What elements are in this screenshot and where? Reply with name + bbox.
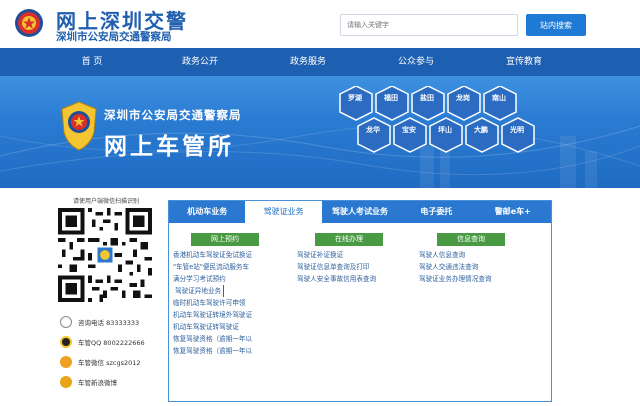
district-label: 坪山 bbox=[438, 125, 452, 134]
nav-government-services[interactable]: 政务服务 bbox=[254, 48, 362, 76]
service-link[interactable]: 机动车驾驶证转境外驾驶证 bbox=[173, 309, 283, 321]
district-label: 龙华 bbox=[365, 125, 380, 134]
district-label: 大鹏 bbox=[474, 125, 488, 134]
column-online-booking: 网上预约 香港机动车驾驶证免试换证 "车管e站"便民流动服务车 满分学习考试预约… bbox=[173, 233, 283, 357]
tab-license-business[interactable]: 驾驶证业务 bbox=[245, 201, 322, 223]
service-link[interactable]: 驾驶人交通违法查询 bbox=[419, 261, 539, 273]
contact-label: 车管微信 szcgs2012 bbox=[78, 359, 141, 367]
nav-government-affairs[interactable]: 政务公开 bbox=[146, 48, 254, 76]
service-link[interactable]: "车管e站"便民流动服务车 bbox=[173, 261, 283, 273]
nav-public-participation[interactable]: 公众参与 bbox=[362, 48, 470, 76]
tab-vehicle-business[interactable]: 机动车业务 bbox=[169, 201, 245, 223]
district-label: 盐田 bbox=[420, 93, 434, 102]
hero-banner: 深圳市公安局交通警察局 网上车管所 罗湖 福田 盐田 龙岗 南山 龙华 宝安 坪… bbox=[0, 76, 640, 188]
service-link[interactable]: 驾驶证信息单查询及打印 bbox=[297, 261, 415, 273]
column-header: 信息查询 bbox=[437, 233, 505, 246]
highlight-box: 驾驶证异地业务 bbox=[173, 285, 225, 297]
qq-icon bbox=[60, 336, 72, 348]
contact-label: 咨询电话 83333333 bbox=[78, 319, 140, 327]
column-info-query: 信息查询 驾驶人信息查询 驾驶人交通违法查询 驾驶证业务办理情况查询 bbox=[419, 233, 539, 285]
weibo-icon bbox=[60, 376, 72, 388]
search-button[interactable]: 站内搜索 bbox=[526, 14, 586, 36]
service-link[interactable]: 恢复驾驶资格（逾期一年以 bbox=[173, 345, 283, 357]
tab-driver-exam-business[interactable]: 驾驶人考试业务 bbox=[322, 201, 398, 223]
contact-label: 车管QQ 8002222666 bbox=[78, 339, 145, 347]
qr-code-icon bbox=[58, 208, 152, 302]
nav-home[interactable]: 首 页 bbox=[38, 48, 146, 76]
search-input[interactable] bbox=[340, 14, 518, 36]
district-label: 罗湖 bbox=[348, 93, 362, 102]
service-link-highlighted[interactable]: 驾驶证异地业务 bbox=[173, 285, 283, 297]
service-link[interactable]: 驾驶人信息查询 bbox=[419, 249, 539, 261]
service-link[interactable]: 临时机动车驾驶许可申领 bbox=[173, 297, 283, 309]
banner-org: 深圳市公安局交通警察局 bbox=[104, 108, 242, 122]
district-label: 南山 bbox=[492, 93, 506, 102]
contact-wechat[interactable]: 车管微信 szcgs2012 bbox=[54, 354, 158, 370]
phone-icon bbox=[60, 316, 72, 328]
column-header: 在线办理 bbox=[315, 233, 383, 246]
contact-qq[interactable]: 车管QQ 8002222666 bbox=[54, 334, 158, 350]
main-nav: 首 页 政务公开 政务服务 公众参与 宣传教育 bbox=[0, 48, 640, 76]
column-online-processing: 在线办理 驾驶证补证换证 驾驶证信息单查询及打印 驾驶人安全事故信用表查询 bbox=[297, 233, 415, 285]
district-label: 宝安 bbox=[402, 125, 416, 134]
district-label: 龙岗 bbox=[455, 93, 470, 102]
column-header: 网上预约 bbox=[191, 233, 259, 246]
service-link[interactable]: 驾驶证补证换证 bbox=[297, 249, 415, 261]
tab-e-commission[interactable]: 电子委托 bbox=[398, 201, 474, 223]
qr-caption: 请使用户端微信扫描识别 bbox=[72, 198, 139, 205]
contact-weibo[interactable]: 车管新浪微博 bbox=[54, 374, 158, 390]
police-badge-icon bbox=[61, 101, 97, 151]
site-subtitle: 深圳市公安局交通警察局 bbox=[56, 31, 172, 43]
service-link[interactable]: 驾驶证业务办理情况查询 bbox=[419, 273, 539, 285]
contact-phone[interactable]: 咨询电话 83333333 bbox=[54, 314, 158, 330]
service-link[interactable]: 满分学习考试预约 bbox=[173, 273, 283, 285]
tab-post-e-car[interactable]: 警邮e车+ bbox=[475, 201, 551, 223]
district-label: 福田 bbox=[383, 93, 398, 102]
service-link[interactable]: 恢复驾驶资格（逾期一年以 bbox=[173, 333, 283, 345]
banner-title: 网上车管所 bbox=[104, 134, 234, 160]
contact-label: 车管新浪微博 bbox=[78, 379, 117, 387]
contact-panel: 请使用户端微信扫描识别 咨询电话 83333333 车管QQ 800222266… bbox=[54, 194, 158, 402]
service-link[interactable]: 机动车驾驶证转驾驶证 bbox=[173, 321, 283, 333]
tab-bar: 机动车业务 驾驶证业务 驾驶人考试业务 电子委托 警邮e车+ bbox=[169, 201, 551, 223]
wechat-icon bbox=[60, 356, 72, 368]
police-emblem-icon[interactable] bbox=[14, 8, 44, 38]
service-link[interactable]: 驾驶人安全事故信用表查询 bbox=[297, 273, 415, 285]
service-link[interactable]: 香港机动车驾驶证免试换证 bbox=[173, 249, 283, 261]
district-label: 光明 bbox=[509, 125, 524, 134]
district-hexagons: 罗湖 福田 盐田 龙岗 南山 龙华 宝安 坪山 大鹏 光明 bbox=[339, 86, 535, 153]
site-header: 网上深圳交警 深圳市公安局交通警察局 站内搜索 bbox=[0, 0, 640, 48]
nav-publicity-education[interactable]: 宣传教育 bbox=[470, 48, 578, 76]
service-tabs-panel: 机动车业务 驾驶证业务 驾驶人考试业务 电子委托 警邮e车+ 网上预约 香港机动… bbox=[168, 200, 552, 402]
